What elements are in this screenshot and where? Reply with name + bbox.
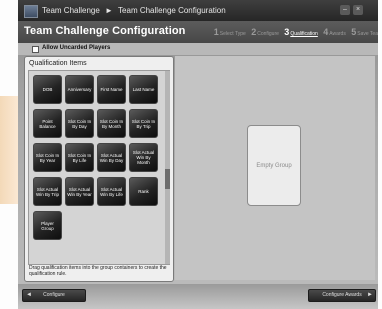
options-bar: Allow Uncarded Players: [18, 43, 378, 55]
qualification-scrollbar[interactable]: [165, 71, 170, 264]
wizard-step-3[interactable]: 3Qualification: [284, 27, 318, 37]
empty-group-container[interactable]: Empty Group: [247, 125, 301, 206]
qualification-item[interactable]: Slot Coin In By Life: [65, 143, 94, 172]
qualification-items-title: Qualification Items: [29, 60, 87, 67]
app-window: Team Challenge ► Team Challenge Configur…: [18, 0, 378, 309]
qualification-item[interactable]: Slot Coin In By Year: [33, 143, 62, 172]
qualification-item[interactable]: Slot Coin In By Trip: [129, 109, 158, 138]
back-configure-button[interactable]: ◄ Configure: [22, 289, 86, 302]
breadcrumb-separator-icon: ►: [105, 6, 113, 15]
wizard-steps: 1Select Type 2Configure 3Qualification 4…: [210, 27, 378, 37]
qualification-item[interactable]: Slot Actual Win By Trip: [33, 177, 62, 206]
next-button-label: Configure Awards: [322, 292, 362, 298]
background-panel: [0, 96, 18, 204]
arrow-right-icon: ►: [367, 292, 373, 298]
qualification-item[interactable]: Slot Actual Win By Day: [97, 143, 126, 172]
qualification-item[interactable]: Player Group: [33, 211, 62, 240]
breadcrumb: Team Challenge ► Team Challenge Configur…: [42, 0, 229, 21]
group-drop-area[interactable]: Empty Group: [175, 56, 375, 280]
qualification-item[interactable]: Anniversary: [65, 75, 94, 104]
minimize-icon[interactable]: –: [340, 5, 350, 15]
qualification-item[interactable]: Slot Actual Win By Year: [65, 177, 94, 206]
qualification-item[interactable]: Rank: [129, 177, 158, 206]
wizard-step-4[interactable]: 4Awards: [323, 27, 346, 37]
title-bar: Team Challenge ► Team Challenge Configur…: [18, 0, 378, 21]
page-title: Team Challenge Configuration: [24, 25, 186, 37]
wizard-step-1[interactable]: 1Select Type: [214, 27, 246, 37]
qualification-item[interactable]: Last Name: [129, 75, 158, 104]
arrow-left-icon: ◄: [26, 292, 32, 298]
qualification-item[interactable]: Slot Coin In By Month: [97, 109, 126, 138]
qualification-item[interactable]: First Name: [97, 75, 126, 104]
qualification-hint: Drag qualification items into the group …: [29, 265, 167, 277]
qualification-items-grid: DOB Anniversary First Name Last Name Poi…: [28, 70, 170, 265]
breadcrumb-app: Team Challenge: [42, 6, 100, 15]
footer-bar: ◄ Configure Configure Awards ►: [18, 284, 378, 309]
qualification-item[interactable]: Point Balance: [33, 109, 62, 138]
qualification-item[interactable]: Slot Actual Win By Month: [129, 143, 158, 172]
back-button-label: Configure: [43, 292, 65, 298]
qualification-items-panel: Qualification Items DOB Anniversary Firs…: [24, 56, 174, 282]
allow-uncarded-checkbox[interactable]: [32, 46, 39, 53]
configure-awards-button[interactable]: Configure Awards ►: [308, 289, 376, 302]
page-header: Team Challenge Configuration 1Select Typ…: [18, 21, 378, 43]
qualification-item[interactable]: Slot Coin In By Day: [65, 109, 94, 138]
allow-uncarded-label: Allow Uncarded Players: [42, 45, 111, 51]
wizard-step-5[interactable]: 5Save Tea: [351, 27, 378, 37]
scrollbar-thumb[interactable]: [165, 169, 170, 189]
wizard-step-2[interactable]: 2Configure: [251, 27, 279, 37]
qualification-item[interactable]: DOB: [33, 75, 62, 104]
close-icon[interactable]: ×: [353, 5, 363, 15]
qualification-item[interactable]: Slot Actual Win By Life: [97, 177, 126, 206]
app-icon: [24, 5, 38, 18]
breadcrumb-page: Team Challenge Configuration: [118, 6, 226, 15]
